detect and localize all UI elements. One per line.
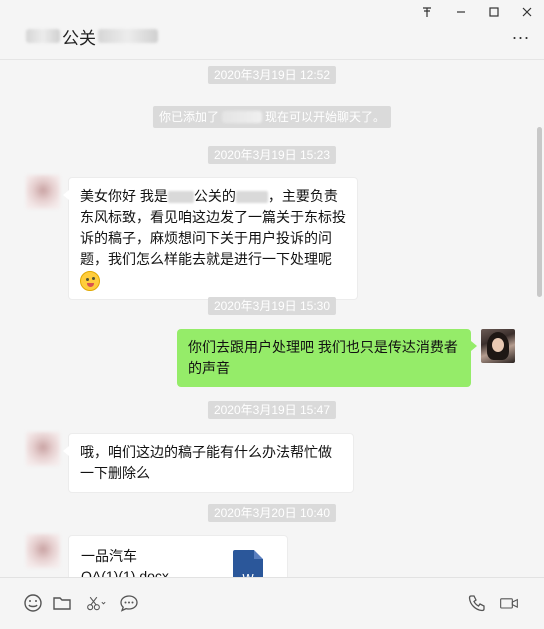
chat-title-text: 公关: [62, 28, 96, 48]
phone-icon[interactable]: [466, 592, 488, 614]
my-avatar[interactable]: [481, 329, 515, 363]
redacted-name: [26, 29, 60, 43]
emoji-icon[interactable]: [22, 592, 44, 614]
folder-icon[interactable]: [51, 592, 73, 614]
video-call-icon[interactable]: [496, 592, 522, 614]
redacted-name: [98, 29, 158, 43]
timestamp: 2020年3月19日 12:52: [207, 66, 337, 84]
contact-avatar[interactable]: [26, 534, 60, 568]
timestamp: 2020年3月20日 10:40: [207, 504, 337, 522]
outgoing-message[interactable]: 你们去跟用户处理吧 我们也只是传达消费者的声音: [177, 329, 477, 387]
contact-avatar[interactable]: [26, 175, 60, 209]
redacted-name: [222, 111, 262, 123]
wink-emoji-icon: [80, 271, 100, 292]
timestamp: 2020年3月19日 15:30: [207, 297, 337, 315]
redacted-text: [235, 191, 268, 204]
input-toolbar: [0, 577, 544, 629]
message-text: 公关的: [193, 188, 236, 204]
chat-title: 公关: [26, 24, 158, 48]
more-options-button[interactable]: ...: [512, 24, 530, 42]
system-message-prefix: 你已添加了: [158, 110, 219, 124]
chat-messages[interactable]: 2020年3月19日 12:52 你已添加了 现在可以开始聊天了。 2020年3…: [0, 61, 544, 577]
message-text: 美女你好 我是: [80, 188, 168, 204]
scrollbar[interactable]: [537, 127, 542, 297]
chat-history-icon[interactable]: [118, 592, 140, 614]
minimize-icon[interactable]: [450, 2, 472, 22]
word-file-icon: W: [233, 550, 263, 577]
file-message-card[interactable]: 一品汽车 OA(1)(1).docx W: [68, 535, 288, 577]
timestamp: 2020年3月19日 15:47: [207, 401, 337, 419]
incoming-message[interactable]: 哦，咱们这边的稿子能有什么办法帮忙做一下删除么: [63, 433, 354, 493]
system-message: 你已添加了 现在可以开始聊天了。: [152, 106, 392, 128]
redacted-text: [167, 191, 194, 204]
close-icon[interactable]: [516, 2, 538, 22]
pin-icon[interactable]: [416, 2, 438, 22]
scissors-icon[interactable]: [82, 592, 110, 614]
contact-avatar[interactable]: [26, 432, 60, 466]
maximize-icon[interactable]: [483, 2, 505, 22]
system-message-suffix: 现在可以开始聊天了。: [265, 110, 386, 124]
incoming-message[interactable]: 美女你好 我是 公关的 ，主要负责东风标致，看见咱这边发了一篇关于东标投诉的稿子，麻…: [63, 177, 358, 301]
title-bar: 公关 ...: [0, 0, 544, 60]
timestamp: 2020年3月19日 15:23: [207, 146, 337, 164]
